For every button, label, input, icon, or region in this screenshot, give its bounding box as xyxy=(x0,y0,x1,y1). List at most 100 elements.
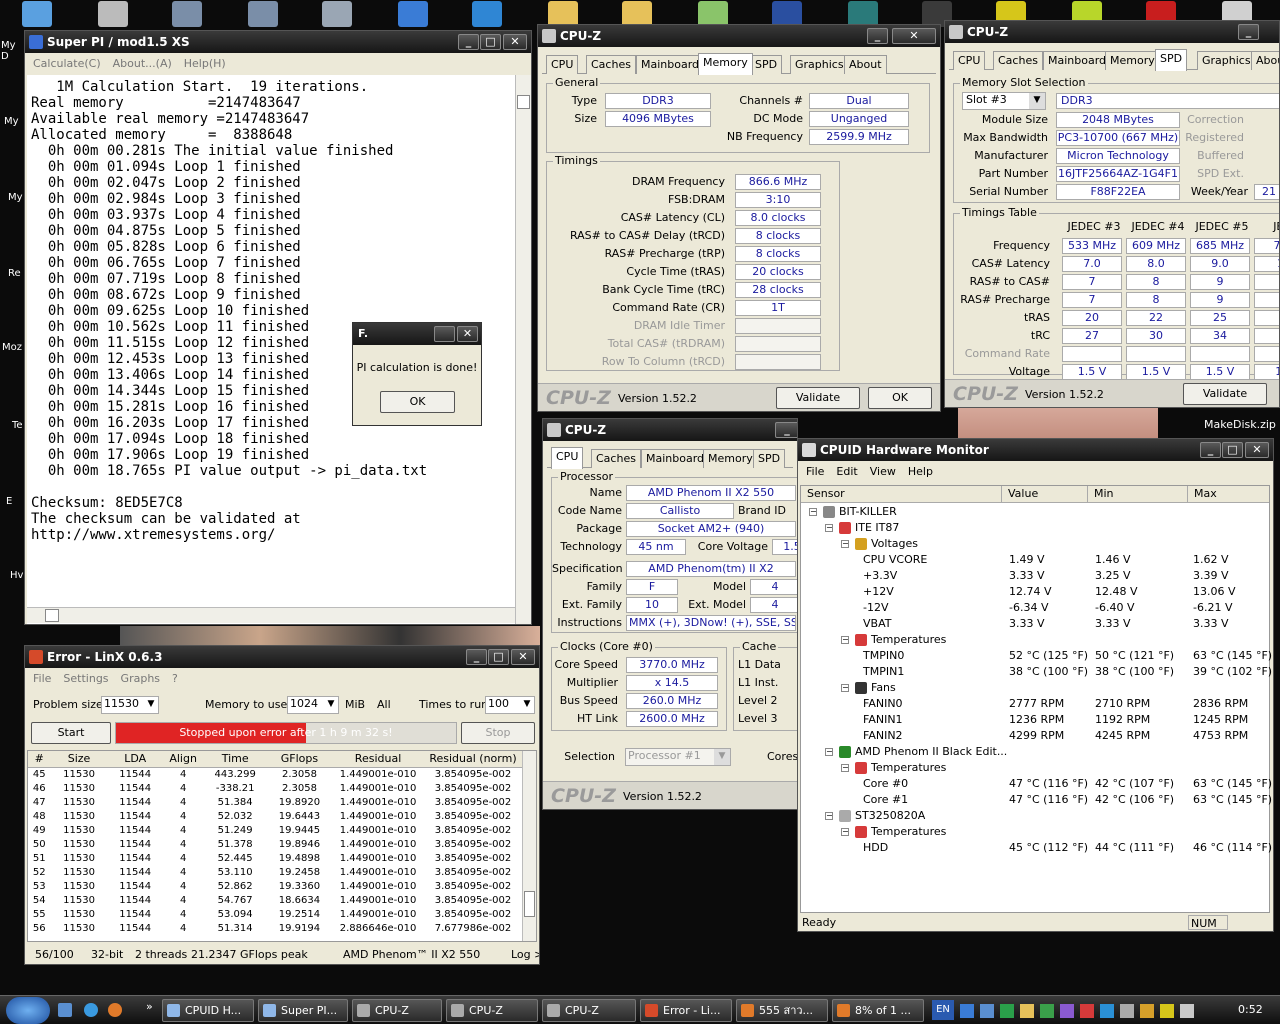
tray-icon[interactable] xyxy=(1060,1004,1074,1018)
quicklaunch-more-icon[interactable]: » xyxy=(146,1000,153,1013)
slot-select[interactable]: Slot #3 ▼ xyxy=(962,92,1046,110)
taskbar-item[interactable]: CPU-Z xyxy=(352,999,442,1022)
desktop-label[interactable]: My xyxy=(4,116,19,127)
desktop-icon[interactable] xyxy=(22,1,52,27)
sensor-row[interactable]: − ST3250820A xyxy=(801,808,1269,824)
desktop-label[interactable]: E xyxy=(6,496,12,507)
col-max[interactable]: Max xyxy=(1187,486,1217,502)
desktop-icon[interactable] xyxy=(172,1,202,27)
tray-icon[interactable] xyxy=(1140,1004,1154,1018)
desktop-icon[interactable] xyxy=(322,1,352,27)
taskbar-item[interactable]: Error - Li... xyxy=(640,999,732,1022)
desktop-icon[interactable] xyxy=(398,1,428,27)
tab-mainboard[interactable]: Mainboard xyxy=(636,55,705,74)
table-row[interactable]: 53 11530 11544 4 52.862 19.3360 1.449001e-010 3… xyxy=(28,879,522,893)
dialog-close-button[interactable]: ✕ xyxy=(457,326,478,342)
menu-view[interactable]: View xyxy=(870,465,896,478)
collapse-toggle-icon[interactable]: − xyxy=(825,812,833,820)
minimize-button[interactable]: _ xyxy=(1200,442,1221,458)
tray-icon[interactable] xyxy=(1020,1004,1034,1018)
cpuz-titlebar[interactable]: CPU-Z _ xyxy=(945,21,1279,43)
cpuz-titlebar[interactable]: CPU-Z _ xyxy=(543,419,797,441)
minimize-button[interactable]: _ xyxy=(1238,24,1259,40)
sensor-row[interactable]: − AMD Phenom II Black Edit... xyxy=(801,744,1269,760)
column-header[interactable]: Residual xyxy=(332,751,424,768)
minimize-button[interactable]: _ xyxy=(775,422,797,438)
stop-button[interactable]: Stop xyxy=(461,722,535,744)
vertical-scrollbar[interactable] xyxy=(515,75,531,624)
table-row[interactable]: 47 11530 11544 4 51.384 19.8920 1.449001e-010 3… xyxy=(28,795,522,809)
clock[interactable]: 0:52 xyxy=(1238,1003,1263,1016)
chevron-down-icon[interactable]: ▼ xyxy=(324,697,338,713)
column-header[interactable]: Align xyxy=(162,751,204,768)
language-indicator[interactable]: EN xyxy=(932,1000,954,1020)
column-header[interactable]: Residual (norm) xyxy=(423,751,522,768)
all-button[interactable]: All xyxy=(377,698,391,711)
sensor-row[interactable]: -12V -6.34 V -6.40 V -6.21 V xyxy=(801,600,1269,616)
col-min[interactable]: Min xyxy=(1087,486,1114,502)
taskbar-item[interactable]: Super PI... xyxy=(258,999,348,1022)
close-button[interactable]: ✕ xyxy=(503,34,527,50)
menu-about[interactable]: About...(A) xyxy=(113,57,172,70)
sensor-row[interactable]: Core #0 47 °C (116 °F) 42 °C (107 °F) 63 °C… xyxy=(801,776,1272,792)
column-header[interactable]: # xyxy=(28,751,51,768)
close-button[interactable]: ✕ xyxy=(892,28,936,44)
tab-cpu[interactable]: CPU xyxy=(546,55,579,74)
tab-memory[interactable]: Memory xyxy=(698,53,753,75)
sensor-row[interactable]: − Fans xyxy=(801,680,1269,696)
ie-icon[interactable] xyxy=(84,1003,98,1017)
memory-select[interactable]: 1024 ▼ xyxy=(287,696,339,714)
minimize-button[interactable]: _ xyxy=(458,34,479,50)
processor-select[interactable]: Processor #1 ▼ xyxy=(625,748,731,766)
tab-about[interactable]: About xyxy=(844,55,887,74)
table-row[interactable]: 45 11530 11544 4 443.299 2.3058 1.449001e-010 3… xyxy=(28,767,522,781)
show-desktop-icon[interactable] xyxy=(58,1003,72,1017)
table-row[interactable]: 55 11530 11544 4 53.094 19.2514 1.449001e-010 3… xyxy=(28,907,522,921)
desktop-icon[interactable] xyxy=(98,1,128,27)
scroll-thumb[interactable] xyxy=(524,891,535,917)
table-row[interactable]: 51 11530 11544 4 52.445 19.4898 1.449001e-010 3… xyxy=(28,851,522,865)
desktop-label-makedisk[interactable]: MakeDisk.zip xyxy=(1204,418,1276,431)
minimize-button[interactable]: _ xyxy=(867,28,888,44)
tray-icon[interactable] xyxy=(1080,1004,1094,1018)
sensor-row[interactable]: − ITE IT87 xyxy=(801,520,1269,536)
tray-icon[interactable] xyxy=(1000,1004,1014,1018)
tab-graphics[interactable]: Graphics xyxy=(790,55,849,74)
sensor-row[interactable]: TMPIN0 52 °C (125 °F) 50 °C (121 °F) 63 °C … xyxy=(801,648,1272,664)
tray-icon[interactable] xyxy=(1040,1004,1054,1018)
tab-spd[interactable]: SPD xyxy=(753,449,786,468)
collapse-toggle-icon[interactable]: − xyxy=(825,524,833,532)
maximize-button[interactable]: □ xyxy=(480,34,501,50)
linx-titlebar[interactable]: Error - LinX 0.6.3 _ □ ✕ xyxy=(25,646,539,668)
sensor-row[interactable]: − Temperatures xyxy=(801,760,1269,776)
column-header[interactable]: GFlops xyxy=(266,751,333,768)
tab-about[interactable]: About xyxy=(1251,51,1279,70)
menu-edit[interactable]: Edit xyxy=(836,465,857,478)
collapse-toggle-icon[interactable]: − xyxy=(841,828,849,836)
ok-button[interactable]: OK xyxy=(868,387,932,409)
tab-mainboard[interactable]: Mainboard xyxy=(641,449,710,468)
sensor-row[interactable]: FANIN2 4299 RPM 4245 RPM 4753 RPM xyxy=(801,728,1269,744)
sensor-row[interactable]: − Temperatures xyxy=(801,632,1269,648)
menu-graphs[interactable]: Graphs xyxy=(121,672,160,685)
menu-calculate[interactable]: Calculate(C) xyxy=(33,57,101,70)
chevron-down-icon[interactable]: ▼ xyxy=(144,697,158,713)
menu-help[interactable]: Help xyxy=(908,465,933,478)
firefox-icon[interactable] xyxy=(108,1003,122,1017)
dialog-ok-button[interactable]: OK xyxy=(380,391,455,413)
chevron-down-icon[interactable]: ▼ xyxy=(714,749,730,765)
collapse-toggle-icon[interactable]: − xyxy=(809,508,817,516)
tab-caches[interactable]: Caches xyxy=(591,449,641,468)
start-button[interactable] xyxy=(6,997,50,1024)
tab-memory[interactable]: Memory xyxy=(703,449,758,468)
table-row[interactable]: 56 11530 11544 4 51.314 19.9194 2.886646e-010 7… xyxy=(28,921,522,935)
collapse-toggle-icon[interactable]: − xyxy=(841,764,849,772)
column-header[interactable]: LDA xyxy=(107,751,163,768)
col-value[interactable]: Value xyxy=(1001,486,1038,502)
desktop-label[interactable]: My xyxy=(8,192,23,203)
maximize-button[interactable]: □ xyxy=(1222,442,1243,458)
menu-file[interactable]: File xyxy=(33,672,51,685)
table-row[interactable]: 46 11530 11544 4 -338.21 2.3058 1.449001e-010 3… xyxy=(28,781,522,795)
minimize-button[interactable]: _ xyxy=(466,649,487,665)
sensor-row[interactable]: Core #1 47 °C (116 °F) 42 °C (106 °F) 63 °C… xyxy=(801,792,1272,808)
